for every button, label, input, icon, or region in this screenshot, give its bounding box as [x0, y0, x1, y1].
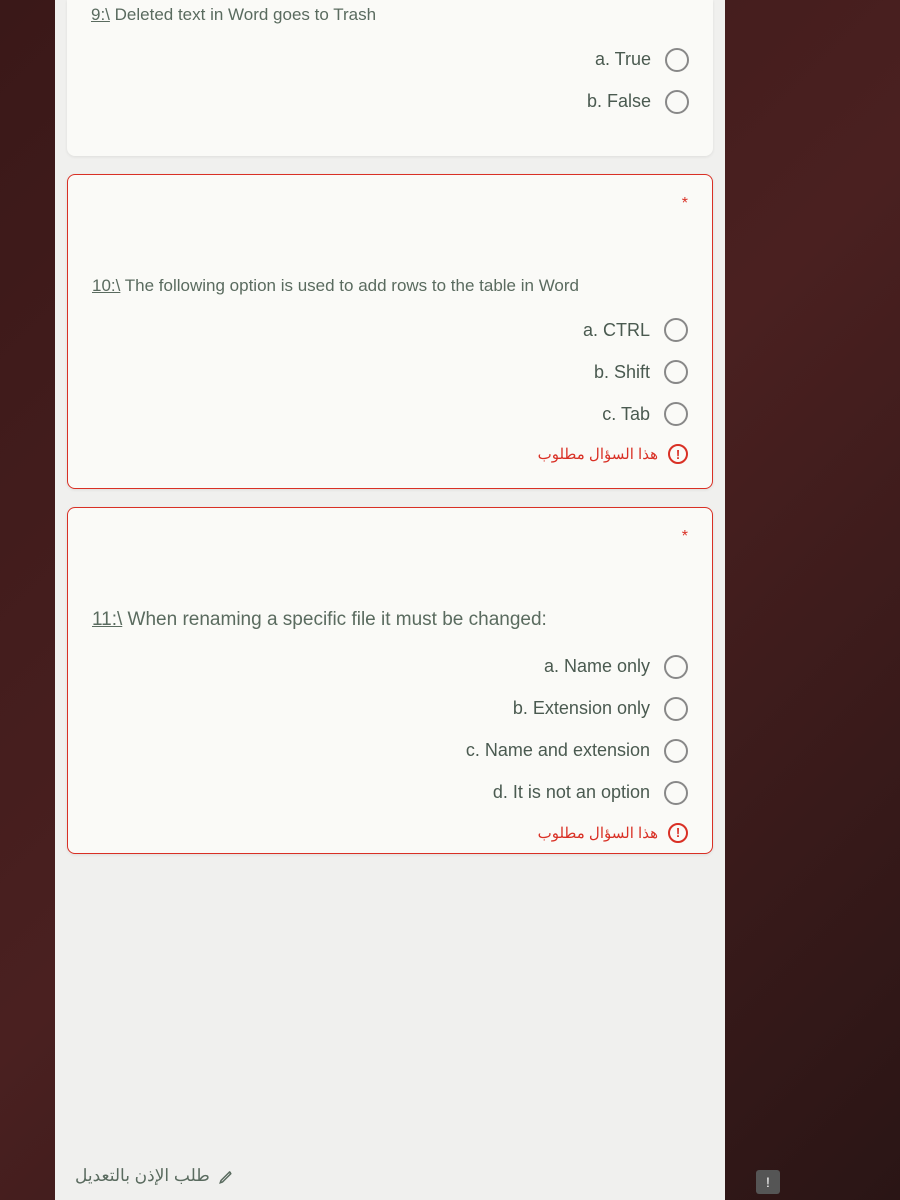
question-number: 11:\ [92, 609, 122, 630]
option-label: a. True [595, 49, 651, 70]
radio-icon[interactable] [664, 697, 688, 721]
validation-error: هذا السؤال مطلوب ! [92, 823, 688, 843]
option-row[interactable]: d. It is not an option [92, 781, 688, 805]
option-label: b. Shift [594, 362, 650, 383]
radio-icon[interactable] [665, 48, 689, 72]
bottom-bar: طلب الإذن بالتعديل [55, 1152, 725, 1200]
radio-icon[interactable] [664, 318, 688, 342]
edit-request-button[interactable]: طلب الإذن بالتعديل [75, 1166, 236, 1186]
form-viewport: 9:\ Deleted text in Word goes to Trash a… [55, 0, 725, 1200]
question-card-10: * 10:\ The following option is used to a… [67, 174, 713, 490]
question-title: 11:\ When renaming a specific file it mu… [92, 606, 688, 635]
option-row[interactable]: c. Name and extension [92, 739, 688, 763]
radio-icon[interactable] [664, 739, 688, 763]
option-label: c. Tab [602, 404, 650, 425]
question-text: When renaming a specific file it must be… [122, 609, 547, 630]
question-title: 10:\ The following option is used to add… [92, 273, 688, 299]
pencil-icon [218, 1167, 236, 1185]
option-label: b. Extension only [513, 698, 650, 719]
option-label: b. False [587, 91, 651, 112]
option-label: c. Name and extension [466, 740, 650, 761]
required-indicator: * [92, 195, 688, 213]
question-number: 9:\ [91, 5, 110, 24]
required-indicator: * [92, 528, 688, 546]
option-row[interactable]: a. CTRL [92, 318, 688, 342]
option-row[interactable]: a. True [91, 48, 689, 72]
option-label: a. CTRL [583, 320, 650, 341]
question-title: 9:\ Deleted text in Word goes to Trash [91, 2, 689, 28]
info-badge-icon[interactable]: ! [756, 1170, 780, 1194]
radio-icon[interactable] [664, 781, 688, 805]
validation-error: هذا السؤال مطلوب ! [92, 444, 688, 464]
radio-icon[interactable] [665, 90, 689, 114]
option-label: a. Name only [544, 656, 650, 677]
error-icon: ! [668, 444, 688, 464]
radio-icon[interactable] [664, 402, 688, 426]
question-card-11: * 11:\ When renaming a specific file it … [67, 507, 713, 854]
radio-icon[interactable] [664, 360, 688, 384]
option-row[interactable]: b. Shift [92, 360, 688, 384]
edit-request-label: طلب الإذن بالتعديل [75, 1166, 210, 1186]
error-icon: ! [668, 823, 688, 843]
option-row[interactable]: b. Extension only [92, 697, 688, 721]
error-text: هذا السؤال مطلوب [538, 824, 658, 842]
error-text: هذا السؤال مطلوب [538, 445, 658, 463]
option-row[interactable]: b. False [91, 90, 689, 114]
question-number: 10:\ [92, 276, 120, 295]
question-text: The following option is used to add rows… [120, 276, 579, 295]
option-row[interactable]: a. Name only [92, 655, 688, 679]
radio-icon[interactable] [664, 655, 688, 679]
question-text: Deleted text in Word goes to Trash [110, 5, 376, 24]
option-row[interactable]: c. Tab [92, 402, 688, 426]
question-card-9: 9:\ Deleted text in Word goes to Trash a… [67, 0, 713, 156]
option-label: d. It is not an option [493, 782, 650, 803]
